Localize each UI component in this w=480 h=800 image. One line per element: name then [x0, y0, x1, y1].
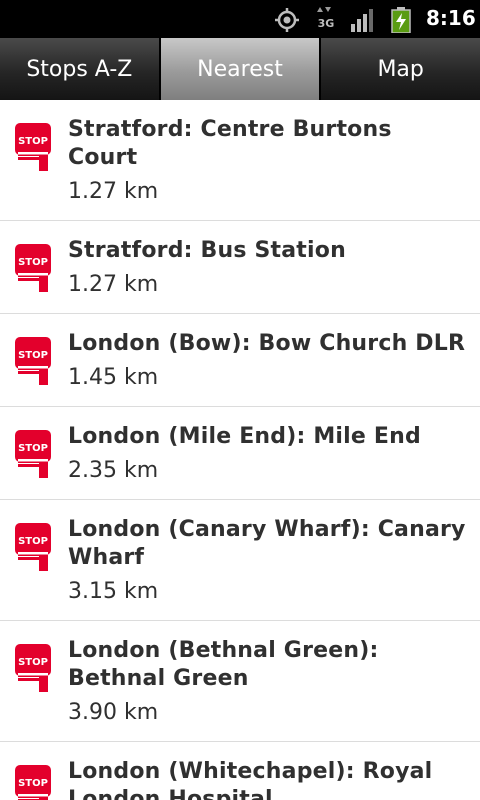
network-label: 3G — [318, 17, 335, 30]
stop-list-item[interactable]: STOP Stratford: Centre Burtons Court 1.2… — [0, 100, 480, 221]
tab-bar: Stops A-Z Nearest Map — [0, 38, 480, 100]
stop-distance: 3.90 km — [68, 700, 159, 725]
bus-stop-icon: STOP — [15, 337, 51, 385]
bus-stop-icon: STOP — [15, 765, 51, 800]
bus-stop-icon: STOP — [15, 123, 51, 171]
tab-stops-a-z[interactable]: Stops A-Z — [0, 38, 161, 100]
stop-name: London (Mile End): Mile End — [68, 424, 421, 449]
gps-icon — [275, 8, 299, 32]
svg-text:STOP: STOP — [18, 536, 48, 547]
stop-list-item[interactable]: STOP London (Bow): Bow Church DLR 1.45 k… — [0, 314, 480, 407]
stop-distance: 1.27 km — [68, 272, 159, 297]
battery-charging-icon — [391, 7, 411, 33]
bus-stop-icon: STOP — [15, 523, 51, 571]
tab-nearest[interactable]: Nearest — [160, 38, 322, 100]
svg-text:STOP: STOP — [18, 443, 48, 454]
status-bar: 3G 8:16 — [0, 0, 480, 38]
stop-list-item[interactable]: STOP Stratford: Bus Station 1.27 km — [0, 221, 480, 314]
stop-distance: 2.35 km — [68, 458, 159, 483]
bus-stop-icon: STOP — [15, 644, 51, 692]
svg-text:STOP: STOP — [18, 350, 48, 361]
stop-list-item[interactable]: STOP London (Canary Wharf): Canary Wharf… — [0, 500, 480, 621]
stop-distance: 3.15 km — [68, 579, 159, 604]
stop-name: London (Bethnal Green): Bethnal Green — [68, 638, 379, 691]
bus-stop-icon: STOP — [15, 430, 51, 478]
nearest-stops-list[interactable]: STOP Stratford: Centre Burtons Court 1.2… — [0, 100, 480, 800]
stop-name: London (Whitechapel): Royal London Hospi… — [68, 759, 433, 800]
svg-text:STOP: STOP — [18, 657, 48, 668]
stop-list-item[interactable]: STOP London (Whitechapel): Royal London … — [0, 742, 480, 800]
svg-text:STOP: STOP — [18, 136, 48, 147]
stop-distance: 1.45 km — [68, 365, 159, 390]
stop-name: Stratford: Bus Station — [68, 238, 346, 263]
stop-list-item[interactable]: STOP London (Mile End): Mile End 2.35 km — [0, 407, 480, 500]
stop-name: London (Canary Wharf): Canary Wharf — [68, 517, 466, 570]
tab-map[interactable]: Map — [321, 38, 480, 100]
stop-name: London (Bow): Bow Church DLR — [68, 331, 466, 356]
stop-distance: 1.27 km — [68, 179, 159, 204]
network-3g-icon: 3G — [317, 7, 335, 30]
bus-stop-icon: STOP — [15, 244, 51, 292]
svg-text:STOP: STOP — [18, 257, 48, 268]
svg-text:STOP: STOP — [18, 778, 48, 789]
signal-icon — [351, 9, 373, 32]
stop-list-item[interactable]: STOP London (Bethnal Green): Bethnal Gre… — [0, 621, 480, 742]
stop-name: Stratford: Centre Burtons Court — [68, 117, 392, 170]
status-clock: 8:16 — [426, 6, 476, 30]
